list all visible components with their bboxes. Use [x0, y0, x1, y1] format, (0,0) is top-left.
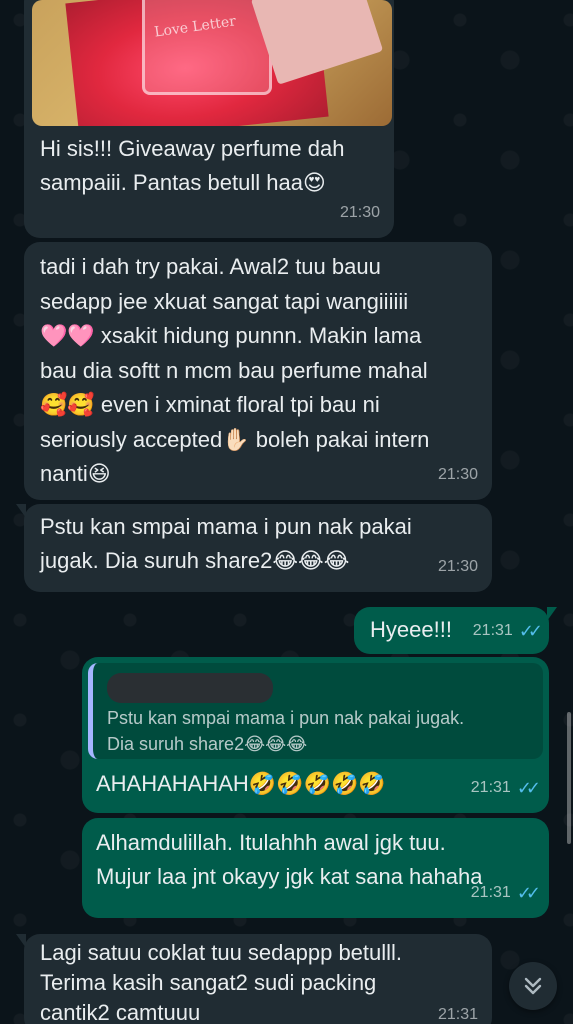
- message-text: Pstu kan smpai mama i pun nak pakai juga…: [40, 514, 412, 573]
- read-ticks-icon: ✓✓: [516, 883, 541, 903]
- message-text: Hi sis!!! Giveaway perfume dah sampaiii.…: [40, 136, 345, 195]
- quoted-message[interactable]: Pstu kan smpai mama i pun nak pakai juga…: [88, 663, 543, 759]
- message-time: 21:31: [437, 1006, 478, 1023]
- message-meta: 21:30: [438, 550, 478, 584]
- message-meta: 21:30: [438, 458, 478, 492]
- chevrons-down-icon: [524, 977, 542, 995]
- read-ticks-icon: ✓✓: [518, 621, 543, 641]
- message-time: 21:31: [470, 884, 511, 901]
- message-time: 21:30: [339, 204, 380, 221]
- message-text: Lagi satuu coklat tuu sedappp betulll. T…: [40, 940, 403, 1024]
- message-time: 21:31: [472, 622, 513, 639]
- message-bubble-outgoing[interactable]: Hyeee!!! 21:31 ✓✓: [354, 607, 557, 654]
- quoted-text: Pstu kan smpai mama i pun nak pakai juga…: [107, 708, 465, 754]
- quoted-sender-redacted: [107, 673, 273, 703]
- message-bubble-incoming[interactable]: Pstu kan smpai mama i pun nak pakai juga…: [16, 504, 492, 592]
- message-bubble-incoming[interactable]: tadi i dah try pakai. Awal2 tuu bauu sed…: [24, 242, 492, 500]
- perfume-photo[interactable]: Love Letter: [32, 0, 392, 126]
- scroll-to-bottom-button[interactable]: [509, 962, 557, 1010]
- message-bubble-outgoing[interactable]: Pstu kan smpai mama i pun nak pakai juga…: [82, 657, 549, 813]
- message-text: Hyeee!!!: [370, 617, 452, 642]
- message-meta: 21:31 ✓✓: [470, 771, 541, 805]
- message-bubble-incoming[interactable]: Love Letter Hi sis!!! Giveaway perfume d…: [24, 0, 394, 238]
- read-ticks-icon: ✓✓: [516, 778, 541, 798]
- scrollbar-thumb[interactable]: [567, 712, 571, 844]
- message-meta: 21:31: [438, 998, 478, 1024]
- message-meta: 21:31 ✓✓: [472, 614, 543, 648]
- message-text: tadi i dah try pakai. Awal2 tuu bauu sed…: [40, 254, 430, 486]
- message-time: 21:31: [470, 779, 511, 796]
- message-text: AHAHAHAHAH🤣🤣🤣🤣🤣: [96, 771, 386, 796]
- message-time: 21:30: [437, 558, 478, 575]
- message-bubble-outgoing[interactable]: Alhamdulillah. Itulahhh awal jgk tuu. Mu…: [82, 818, 549, 918]
- message-meta: 21:31 ✓✓: [470, 876, 541, 910]
- message-time: 21:30: [437, 466, 478, 483]
- message-meta: 21:30: [340, 196, 380, 230]
- message-bubble-incoming[interactable]: Lagi satuu coklat tuu sedappp betulll. T…: [16, 934, 492, 1024]
